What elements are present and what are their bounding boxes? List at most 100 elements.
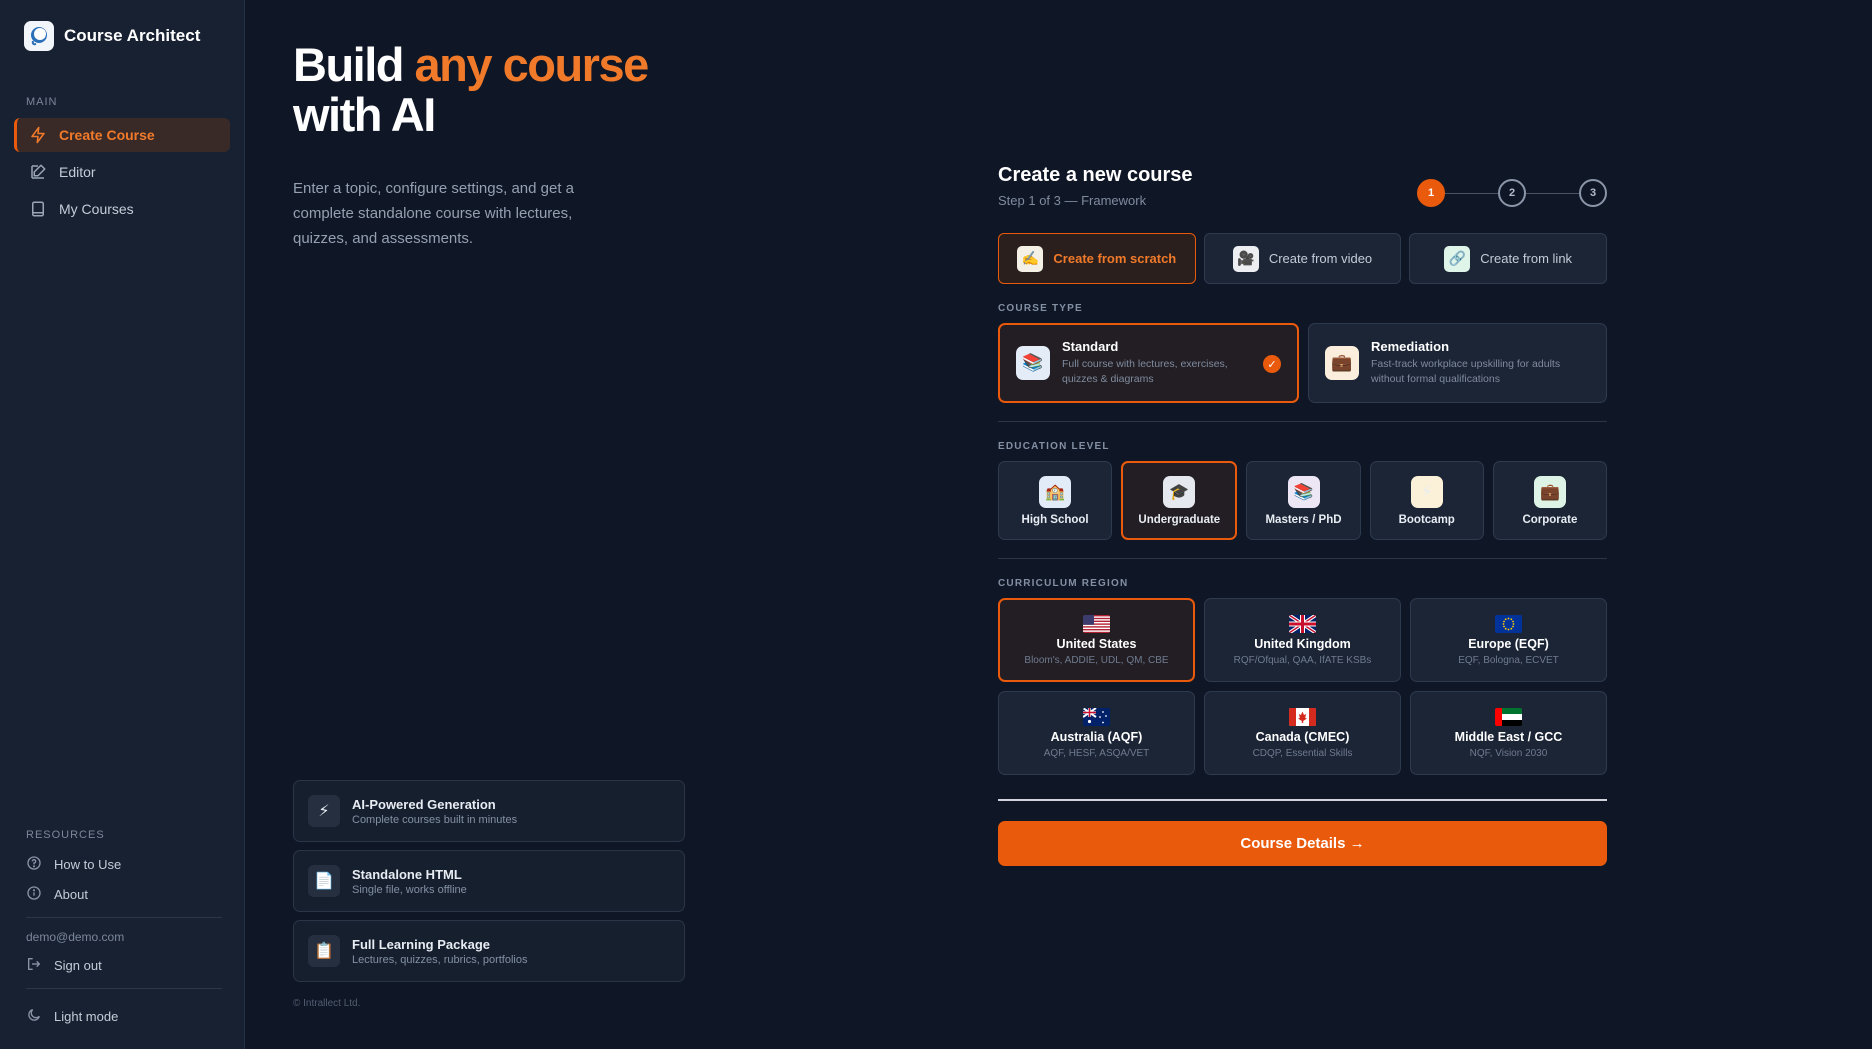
region-middle-east-gcc[interactable]: Middle East / GCC NQF, Vision 2030 [1410,691,1607,775]
hero-title: Build any course with AI [293,40,693,140]
region-united-states[interactable]: United States Bloom's, ADDIE, UDL, QM, C… [998,598,1195,682]
region-desc: CDQP, Essential Skills [1252,747,1353,759]
curriculum-region-label: CURRICULUM REGION [998,578,1129,589]
divider [26,917,222,918]
app-logo-icon [24,21,54,51]
source-options: ✍️ Create from scratch 🎥 Create from vid… [998,233,1608,284]
step-1[interactable]: 1 [1417,179,1445,207]
sign-out-label: Sign out [54,957,102,973]
sidebar-item-label: How to Use [54,856,122,872]
source-label: Create from link [1480,251,1573,266]
info-circle-icon [26,885,44,903]
region-canada-cmec[interactable]: Canada (CMEC) CDQP, Essential Skills [1204,691,1401,775]
sidebar-item-label: Create Course [59,127,155,143]
region-name: Europe (EQF) [1468,636,1549,651]
level-bootcamp[interactable]: ⚡ Bootcamp [1369,461,1484,540]
level-corporate[interactable]: 💼 Corporate [1492,461,1608,540]
feature-card: 📄 Standalone HTML Single file, works off… [293,850,685,912]
sidebar-footer: RESOURCES How to Use About demo@demo.com [14,829,222,1049]
region-name: Canada (CMEC) [1255,729,1350,744]
course-type-options: 📚 Standard Full course with lectures, ex… [998,323,1607,403]
course-type-title: Remediation [1371,339,1450,354]
level-undergraduate[interactable]: 🎓 Undergraduate [1121,461,1238,540]
education-level-label: EDUCATION LEVEL [998,441,1110,452]
course-type-title: Standard [1062,339,1119,354]
theme-toggle-label: Light mode [54,1008,119,1024]
hero: Build any course with AI Enter a topic, … [293,40,693,251]
feature-title: Standalone HTML [352,866,462,882]
divider [998,421,1607,422]
copyright: © Intrallect Ltd. [293,998,361,1009]
course-details-button[interactable]: Course Details → [998,821,1607,866]
lightning-icon: ⚡ [308,795,340,827]
feature-desc: Lectures, quizzes, rubrics, portfolios [352,953,528,966]
create-from-scratch-button[interactable]: ✍️ Create from scratch [998,233,1196,284]
sidebar: Course Architect MAIN Create Course Edit… [0,0,245,1049]
us-flag-icon [1083,614,1110,633]
region-europe-eqf[interactable]: Europe (EQF) EQF, Bologna, ECVET [1410,598,1607,682]
region-name: Middle East / GCC [1454,729,1563,744]
region-desc: Bloom's, ADDIE, UDL, QM, CBE [1024,654,1169,666]
step-3[interactable]: 3 [1579,179,1607,207]
sidebar-item-my-courses[interactable]: My Courses [14,192,230,226]
region-name: United States [1056,636,1137,651]
course-type-standard[interactable]: 📚 Standard Full course with lectures, ex… [998,323,1299,403]
clipboard-icon: 📋 [308,935,340,967]
region-united-kingdom[interactable]: United Kingdom RQF/Ofqual, QAA, IfATE KS… [1204,598,1401,682]
books-icon: 📚 [1287,475,1320,508]
hero-title-accent: any course [414,38,650,91]
briefcase-icon: 💼 [1325,346,1359,380]
writing-hand-icon: ✍️ [1017,245,1044,272]
help-circle-icon [26,855,44,873]
create-from-link-button[interactable]: 🔗 Create from link [1409,233,1608,284]
hero-subtitle: Enter a topic, configure settings, and g… [293,180,575,247]
eu-flag-icon [1495,614,1522,633]
feature-title: Full Learning Package [352,936,490,952]
sign-out-icon [26,956,44,974]
panel-header: Create a new course Step 1 of 3 — Framew… [998,164,1607,208]
au-flag-icon [1083,707,1110,726]
main-nav: Create Course Editor My Courses [14,118,230,226]
level-label: Bootcamp [1398,513,1455,526]
region-desc: EQF, Bologna, ECVET [1458,654,1559,666]
step-connector [1526,192,1579,194]
school-icon: 🏫 [1039,475,1072,508]
sign-out-button[interactable]: Sign out [14,950,222,980]
sidebar-item-create-course[interactable]: Create Course [14,118,230,152]
step-2[interactable]: 2 [1498,179,1526,207]
region-desc: AQF, HESF, ASQA/VET [1043,747,1150,759]
region-name: Australia (AQF) [1050,729,1143,744]
theme-toggle[interactable]: Light mode [14,1001,222,1031]
divider [26,988,222,989]
source-label: Create from scratch [1053,251,1177,266]
create-from-video-button[interactable]: 🎥 Create from video [1203,233,1402,284]
education-level-options: 🏫 High School 🎓 Undergraduate 📚 Masters … [998,461,1608,540]
uk-flag-icon [1289,614,1316,633]
lightning-icon: ⚡ [1410,475,1443,508]
course-type-remediation[interactable]: 💼 Remediation Fast-track workplace upski… [1308,323,1607,403]
feature-desc: Single file, works offline [352,883,467,896]
course-type-desc: Fast-track workplace upskilling for adul… [1371,358,1561,385]
edit-icon [29,163,47,181]
level-label: Undergraduate [1138,513,1221,526]
panel-title: Create a new course [998,164,1193,186]
video-camera-icon: 🎥 [1232,245,1259,272]
sidebar-item-label: My Courses [59,201,134,217]
brand[interactable]: Course Architect [14,20,230,52]
source-label: Create from video [1268,251,1373,266]
sidebar-item-about[interactable]: About [14,879,222,909]
feature-desc: Complete courses built in minutes [352,813,518,826]
sidebar-item-editor[interactable]: Editor [14,155,230,189]
lightning-icon [29,126,47,144]
level-masters-phd[interactable]: 📚 Masters / PhD [1246,461,1361,540]
sidebar-item-how-to-use[interactable]: How to Use [14,849,222,879]
step-caption: Step 1 of 3 — Framework [998,193,1147,208]
course-type-desc: Full course with lectures, exercises, qu… [1062,358,1228,385]
region-australia-aqf[interactable]: Australia (AQF) AQF, HESF, ASQA/VET [998,691,1195,775]
sidebar-item-label: Editor [59,164,96,180]
main-content: Build any course with AI Enter a topic, … [245,0,1872,1049]
moon-icon [26,1007,44,1025]
feature-card: 📋 Full Learning Package Lectures, quizze… [293,920,685,982]
level-high-school[interactable]: 🏫 High School [998,461,1113,540]
level-label: Masters / PhD [1265,513,1342,526]
